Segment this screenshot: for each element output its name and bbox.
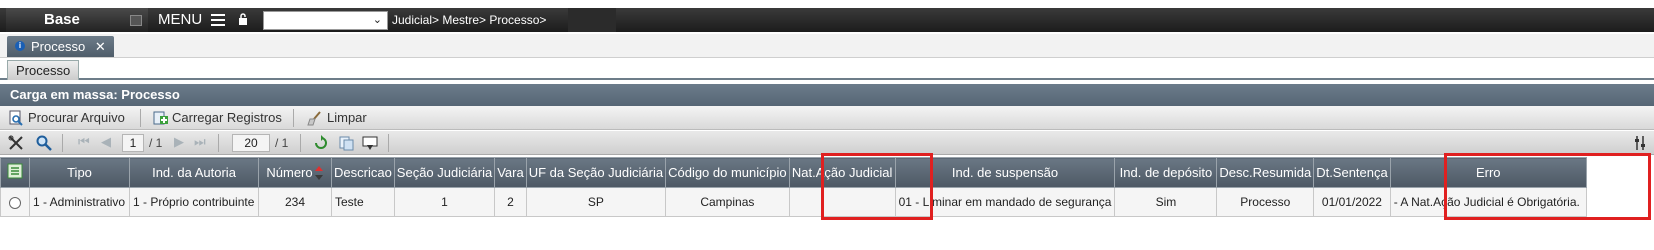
brand-label: Base <box>44 11 80 28</box>
subtab-processo[interactable]: Processo <box>7 60 80 80</box>
col-ind-deposito[interactable]: Ind. de depósito <box>1114 157 1218 188</box>
col-ind-suspensao[interactable]: Ind. de suspensão <box>894 157 1116 188</box>
browse-file-label: Procurar Arquivo <box>28 110 125 125</box>
next-page-icon[interactable]: ▶ <box>174 136 188 150</box>
cell-tipo: 1 - Administrativo <box>29 187 130 217</box>
sub-tab-bar: Processo <box>0 58 1654 80</box>
refresh-icon[interactable] <box>313 135 329 151</box>
select-all-header[interactable] <box>0 157 30 188</box>
divider <box>62 134 63 152</box>
col-erro[interactable]: Erro <box>1389 157 1587 188</box>
rows-per-page-input[interactable]: 20 <box>232 134 270 152</box>
tab-processo[interactable]: i Processo ✕ <box>7 36 114 57</box>
top-bar: Base MENU ⌄ Judicial> Mestre> Processo> <box>0 0 1654 34</box>
first-page-icon[interactable]: ⏮ <box>78 136 92 150</box>
col-vara[interactable]: Vara <box>494 157 527 188</box>
col-descricao[interactable]: Descricao <box>331 157 395 188</box>
tab-bar: i Processo ✕ <box>0 34 1654 58</box>
close-icon[interactable]: ✕ <box>95 39 106 54</box>
brand-logo[interactable]: Base <box>6 8 148 32</box>
col-secao-judiciaria[interactable]: Seção Judiciária <box>393 157 496 188</box>
grid-select-icon <box>7 163 23 179</box>
tab-label: Processo <box>31 39 86 54</box>
cell-descricao: Teste <box>331 187 395 217</box>
row-select[interactable] <box>0 187 30 217</box>
clear-label: Limpar <box>327 110 367 125</box>
col-uf-secao[interactable]: UF da Seção Judiciária <box>525 157 667 188</box>
add-records-icon <box>153 111 168 125</box>
col-tipo[interactable]: Tipo <box>29 157 130 188</box>
breadcrumb-end <box>568 8 616 32</box>
hamburger-icon[interactable] <box>211 14 225 27</box>
cell-secao-judiciaria: 1 <box>393 187 496 217</box>
pager-toolbar: ⏮ ◀ 1 / 1 ▶ ⏭ 20 / 1 <box>0 131 1654 155</box>
cell-ind-deposito: Sim <box>1114 187 1218 217</box>
clear-button[interactable]: Limpar <box>305 109 367 127</box>
section-title: Carga em massa: Processo <box>0 84 1654 106</box>
menu-button[interactable]: MENU <box>158 8 202 32</box>
chevron-down-icon: ⌄ <box>372 13 382 26</box>
table-row[interactable]: 1 - Administrativo 1 - Próprio contribui… <box>0 187 1587 217</box>
col-numero-label: Número <box>266 164 313 180</box>
cell-dt-sentenca: 01/01/2022 <box>1313 187 1391 217</box>
col-numero[interactable]: Número <box>258 157 332 188</box>
sort-icon[interactable] <box>314 166 324 181</box>
cell-nat-acao-judicial <box>788 187 896 217</box>
col-dt-sentenca[interactable]: Dt.Sentença <box>1313 157 1391 188</box>
browse-file-button[interactable]: Procurar Arquivo <box>6 109 125 127</box>
page-number-input[interactable]: 1 <box>122 134 144 152</box>
export-icon[interactable] <box>362 135 378 151</box>
cell-desc-resumida: Processo <box>1216 187 1315 217</box>
last-page-icon[interactable]: ⏭ <box>194 136 208 150</box>
page-total: / 1 <box>149 136 163 150</box>
lock-icon[interactable] <box>238 13 248 25</box>
tools-icon[interactable] <box>8 135 24 151</box>
breadcrumb: Judicial> Mestre> Processo> <box>392 13 547 27</box>
cell-erro: - A Nat.Ação Judicial é Obrigatória. <box>1389 187 1587 217</box>
col-desc-resumida[interactable]: Desc.Resumida <box>1216 157 1315 188</box>
column-settings-icon[interactable] <box>1632 135 1648 151</box>
cell-uf-secao: SP <box>525 187 667 217</box>
table-header-row: Tipo Ind. da Autoria Número Descricao Se… <box>0 157 1587 188</box>
load-records-button[interactable]: Carregar Registros <box>150 109 282 127</box>
row-radio[interactable] <box>9 196 21 209</box>
load-records-label: Carregar Registros <box>172 110 282 125</box>
window-icon[interactable] <box>130 15 142 26</box>
broom-icon <box>307 111 321 126</box>
prev-page-icon[interactable]: ◀ <box>101 136 115 150</box>
search-icon[interactable] <box>36 135 52 151</box>
module-select[interactable]: ⌄ <box>263 11 388 30</box>
cell-ind-suspensao: 01 - Liminar em mandado de segurança <box>894 187 1116 217</box>
top-bar-strip <box>0 8 1654 32</box>
divider <box>140 109 141 127</box>
divider <box>218 134 219 152</box>
col-nat-acao-judicial[interactable]: Nat.Ação Judicial <box>788 157 896 188</box>
search-file-icon <box>9 110 23 126</box>
cell-numero: 234 <box>258 187 332 217</box>
divider <box>388 134 389 152</box>
copy-icon[interactable] <box>338 135 354 151</box>
divider <box>293 109 294 127</box>
info-icon: i <box>15 41 25 51</box>
rows-total: / 1 <box>275 136 289 150</box>
data-table: Tipo Ind. da Autoria Número Descricao Se… <box>0 157 1587 217</box>
cell-codigo-municipio: Campinas <box>665 187 790 217</box>
col-codigo-municipio[interactable]: Código do município <box>665 157 790 188</box>
action-toolbar: Procurar Arquivo Carregar Registros Limp… <box>0 106 1654 130</box>
cell-vara: 2 <box>494 187 527 217</box>
col-ind-autoria[interactable]: Ind. da Autoria <box>129 157 259 188</box>
divider <box>300 134 301 152</box>
cell-ind-autoria: 1 - Próprio contribuinte <box>129 187 259 217</box>
